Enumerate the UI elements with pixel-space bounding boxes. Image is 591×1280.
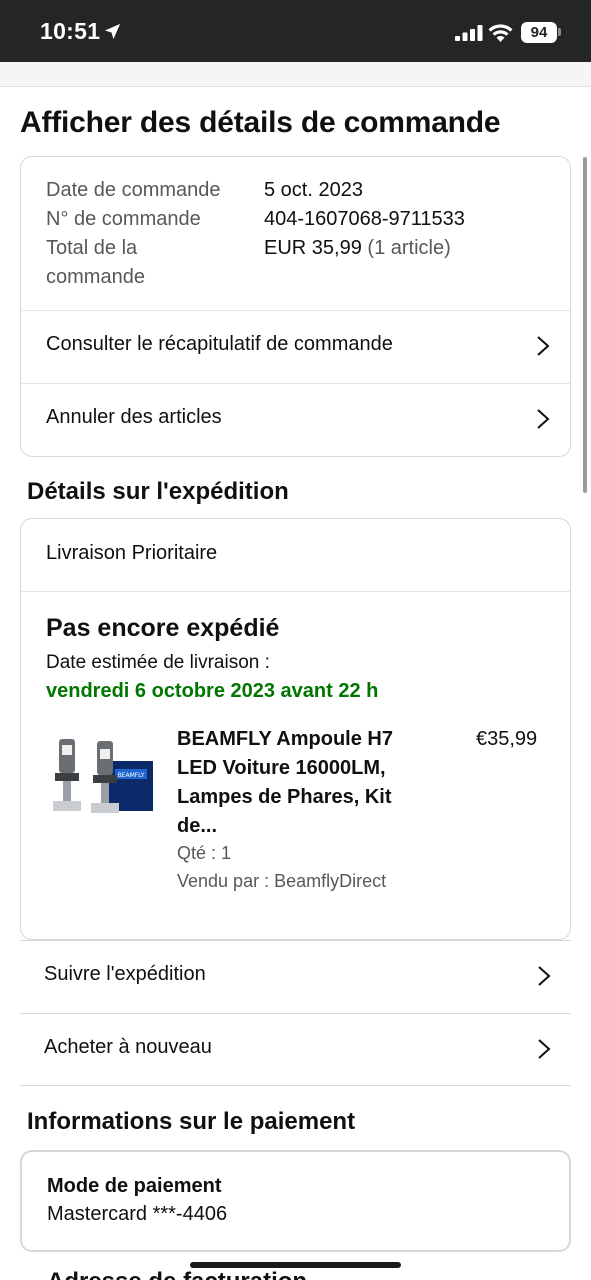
product-seller: Vendu par : BeamflyDirect [177,871,387,891]
divider [21,591,570,592]
product-title-line: LED Voiture 16000LM, [177,757,386,779]
order-total-label-line1: Total de la [46,237,138,259]
product-box-brand: BEAMFLY [118,772,145,779]
order-total-amount: EUR 35,99 [264,237,362,259]
cancel-items-row[interactable]: Annuler des articles [21,384,570,456]
payment-card: Mode de paiement Mastercard ***-4406 [20,1150,571,1252]
page-title: Afficher des détails de commande [20,106,501,139]
wifi-icon [488,24,513,42]
shipping-section-title: Détails sur l'expédition [27,478,289,505]
order-total-value: EUR 35,99 (1 article) [264,234,451,263]
status-time: 10:51 [40,18,101,44]
product-image[interactable]: BEAMFLY [45,731,155,831]
order-date-value: 5 oct. 2023 [264,179,363,201]
order-number-label: N° de commande [46,208,201,230]
product-price: €35,99 [476,728,538,750]
shipping-status: Pas encore expédié [46,614,280,642]
payment-section-title: Informations sur le paiement [27,1108,356,1135]
chevron-right-icon [538,1039,551,1059]
chevron-right-icon [537,336,550,356]
track-shipment-row[interactable]: Suivre l'expédition [20,940,571,1013]
battery-indicator: 94 [521,22,557,43]
order-total-label-line2: commande [46,266,145,288]
chevron-right-icon [537,409,550,429]
status-bar: 10:51 94 [0,0,591,62]
payment-method-label: Mode de paiement [47,1175,222,1197]
product-title-line: BEAMFLY Ampoule H7 [177,728,393,750]
buy-again-label: Acheter à nouveau [44,1036,212,1058]
buy-again-row[interactable]: Acheter à nouveau [20,1013,571,1086]
scrollbar[interactable] [583,157,587,493]
track-shipment-label: Suivre l'expédition [44,963,206,985]
shipping-method: Livraison Prioritaire [46,542,218,564]
view-order-summary-row[interactable]: Consulter le récapitulatif de commande [21,311,570,383]
location-arrow-icon [104,23,121,40]
estimated-delivery-date: vendredi 6 octobre 2023 avant 22 h [46,680,379,702]
home-indicator[interactable] [190,1262,401,1268]
shipping-card: Livraison Prioritaire Pas encore expédié… [20,518,571,940]
billing-address-heading: Adresse de facturation [47,1268,307,1280]
order-number-value: 404-1607068-9711533 [264,208,465,230]
order-summary-card: Date de commande 5 oct. 2023 N° de comma… [20,156,571,457]
cellular-signal-icon [455,25,483,41]
product-title-line: Lampes de Phares, Kit [177,786,392,808]
chevron-right-icon [538,966,551,986]
order-total-items: (1 article) [367,237,451,259]
top-strip [0,62,591,87]
payment-method-value: Mastercard ***-4406 [47,1203,228,1225]
order-date-label: Date de commande [46,179,221,201]
product-title-line: de... [177,815,218,837]
estimated-delivery-label: Date estimée de livraison : [46,652,270,673]
cancel-items-label: Annuler des articles [46,406,222,428]
product-quantity: Qté : 1 [177,843,232,863]
product-title[interactable]: BEAMFLY Ampoule H7 LED Voiture 16000LM, … [177,725,417,841]
view-order-summary-label: Consulter le récapitulatif de commande [46,333,393,355]
battery-tip [558,28,561,36]
